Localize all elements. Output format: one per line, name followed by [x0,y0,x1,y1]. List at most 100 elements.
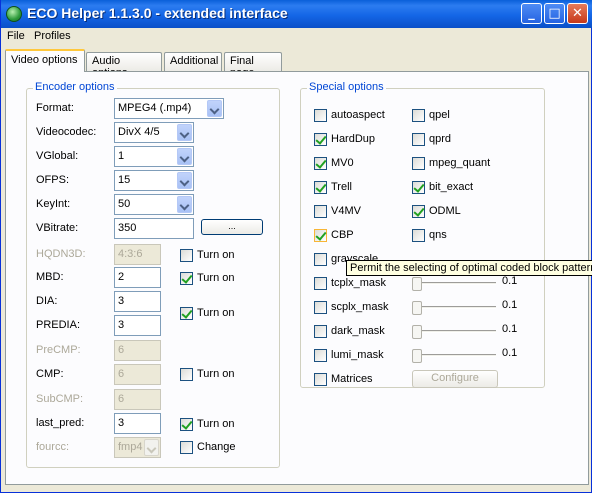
subcmp-input[interactable]: 6 [114,389,161,410]
scplx-mask-checkbox[interactable] [314,301,327,314]
fourcc-change-label: Change [197,441,236,453]
mpeg-quant-checkbox[interactable] [412,157,425,170]
scplx-mask-slider[interactable] [412,300,496,316]
tcplx-mask-slider[interactable] [412,276,496,292]
dark-mask-value: 0.1 [502,323,518,335]
minimize-button[interactable]: _ [521,3,542,24]
tcplx-mask-value: 0.1 [502,275,518,287]
cmp-checkbox[interactable] [180,368,193,381]
scplx-mask-label: scplx_mask [331,301,389,313]
tab-video-options[interactable]: Video options [5,49,85,72]
slider-thumb[interactable] [412,277,422,291]
close-button[interactable]: ✕ [567,3,588,24]
slider-track [412,282,496,285]
last-pred-checkbox[interactable] [180,418,193,431]
odml-checkbox[interactable] [412,205,425,218]
vglobal-select[interactable]: 1 [114,146,194,167]
autoaspect-label: autoaspect [331,109,385,121]
qprd-checkbox[interactable] [412,133,425,146]
keyint-select[interactable]: 50 [114,194,194,215]
tcplx-mask-checkbox[interactable] [314,277,327,290]
bit-exact-checkbox[interactable] [412,181,425,194]
mbd-checkbox[interactable] [180,272,193,285]
keyint-label: KeyInt: [36,198,71,210]
menu-profiles[interactable]: Profiles [34,30,71,42]
cbp-tooltip: Permit the selecting of optimal coded bl… [346,260,592,276]
cmp-check-label: Turn on [197,368,235,380]
hqdn3d-input[interactable]: 4:3:6 [114,244,161,265]
qns-checkbox[interactable] [412,229,425,242]
vbitrate-input[interactable]: 350 [114,218,194,239]
dia-label: DIA: [36,295,58,307]
cbp-label: CBP [331,229,354,241]
app-window: ECO Helper 1.1.3.0 - extended interface … [0,0,592,493]
autoaspect-checkbox[interactable] [314,109,327,122]
dia-predia-check-label: Turn on [197,307,235,319]
menu-file[interactable]: File [7,30,25,42]
lumi-mask-checkbox[interactable] [314,349,327,362]
subcmp-label: SubCMP: [36,393,84,405]
format-select[interactable]: MPEG4 (.mp4) [114,98,224,119]
dark-mask-slider[interactable] [412,324,496,340]
tcplx-mask-label: tcplx_mask [331,277,387,289]
slider-thumb[interactable] [412,349,422,363]
video-options-panel: Encoder options Format: MPEG4 (.mp4) Vid… [5,71,589,485]
last-pred-label: last_pred: [36,417,85,429]
cmp-input[interactable]: 6 [114,364,161,385]
slider-thumb[interactable] [412,325,422,339]
harddup-label: HardDup [331,133,376,145]
harddup-checkbox[interactable] [314,133,327,146]
hqdn3d-checkbox[interactable] [180,249,193,262]
qns-label: qns [429,229,447,241]
grayscale-checkbox[interactable] [314,253,327,266]
vbitrate-label: VBitrate: [36,222,79,234]
precmp-input[interactable]: 6 [114,340,161,361]
window-title: ECO Helper 1.1.3.0 - extended interface [27,5,288,21]
mbd-input[interactable]: 2 [114,267,161,288]
tab-audio-options[interactable]: Audio options [86,52,162,79]
last-pred-check-label: Turn on [197,418,235,430]
configure-button[interactable]: Configure [412,370,498,388]
vglobal-value: 1 [118,150,125,162]
mv0-checkbox[interactable] [314,157,327,170]
dark-mask-checkbox[interactable] [314,325,327,338]
bit-exact-label: bit_exact [429,181,474,193]
scplx-mask-value: 0.1 [502,299,518,311]
chevron-down-icon [207,100,222,117]
title-bar[interactable]: ECO Helper 1.1.3.0 - extended interface … [1,0,592,28]
predia-input[interactable]: 3 [114,315,161,336]
last-pred-input[interactable]: 3 [114,413,161,434]
fourcc-select[interactable]: fmp4 [114,437,161,458]
videocodec-select[interactable]: DivX 4/5 [114,122,194,143]
tab-additional[interactable]: Additional [164,52,222,71]
vbitrate-calc-button[interactable]: ... [201,219,263,235]
slider-thumb[interactable] [412,301,422,315]
dia-input[interactable]: 3 [114,291,161,312]
keyint-value: 50 [118,198,131,210]
matrices-label: Matrices [331,373,373,385]
ofps-select[interactable]: 15 [114,170,194,191]
v4mv-checkbox[interactable] [314,205,327,218]
lumi-mask-slider[interactable] [412,348,496,364]
qpel-checkbox[interactable] [412,109,425,122]
fourcc-change-checkbox[interactable] [180,441,193,454]
qprd-label: qprd [429,133,452,145]
videocodec-label: Videocodec: [36,126,97,138]
vglobal-label: VGlobal: [36,150,79,162]
tab-final-page[interactable]: Final page [224,52,282,79]
mpeg-quant-label: mpeg_quant [429,157,491,169]
trell-checkbox[interactable] [314,181,327,194]
ofps-value: 15 [118,174,131,186]
special-options-title: Special options [307,81,386,93]
dia-predia-checkbox[interactable] [180,307,193,320]
chevron-down-icon [144,439,159,456]
slider-track [412,306,496,309]
hqdn3d-check-label: Turn on [197,249,235,261]
matrices-checkbox[interactable] [314,373,327,386]
cbp-checkbox[interactable] [314,229,327,242]
odml-label: ODML [429,205,461,217]
cmp-label: CMP: [36,368,64,380]
maximize-button[interactable]: □ [544,3,565,24]
dark-mask-label: dark_mask [331,325,385,337]
menu-bar: File Profiles [1,28,591,46]
